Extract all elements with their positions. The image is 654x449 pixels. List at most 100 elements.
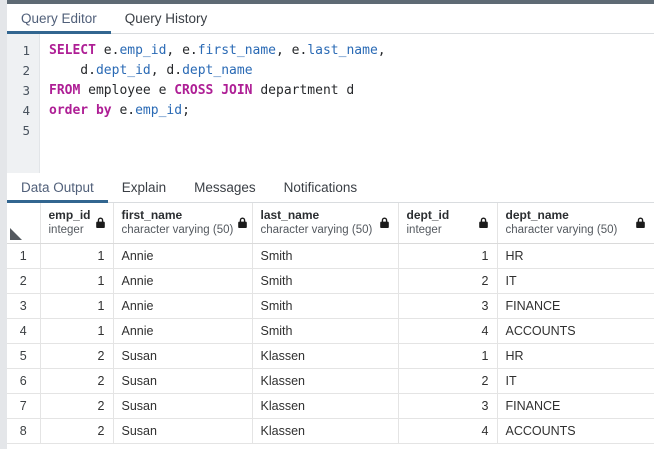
column-header-last-name[interactable]: last_namecharacter varying (50): [252, 203, 398, 243]
cell-last-name[interactable]: Smith: [252, 268, 398, 293]
cell-dept-id[interactable]: 4: [398, 318, 497, 343]
tab-query-editor-label: Query Editor: [21, 11, 97, 26]
cell-emp-id[interactable]: 1: [40, 243, 113, 268]
lock-icon: [635, 217, 646, 229]
cell-emp-id[interactable]: 1: [40, 293, 113, 318]
line-number: 4: [7, 101, 39, 121]
cell-emp-id[interactable]: 2: [40, 368, 113, 393]
results-table: emp_idinteger first_namecharacter varyin…: [7, 203, 654, 444]
tab-data-output-label: Data Output: [21, 180, 94, 195]
cell-dept-id[interactable]: 4: [398, 418, 497, 443]
sql-keyword: FROM: [49, 83, 80, 98]
cell-emp-id[interactable]: 2: [40, 343, 113, 368]
cell-emp-id[interactable]: 1: [40, 318, 113, 343]
tab-notifications-label: Notifications: [284, 180, 358, 195]
tab-explain[interactable]: Explain: [108, 173, 180, 202]
cell-first-name[interactable]: Susan: [113, 418, 252, 443]
pgadmin-query-tool-window: Query Editor Query History 1 2 3 4 5 SEL…: [0, 0, 654, 449]
cell-dept-id[interactable]: 2: [398, 268, 497, 293]
row-number[interactable]: 5: [7, 343, 40, 368]
cell-emp-id[interactable]: 1: [40, 268, 113, 293]
column-type: character varying (50): [122, 223, 234, 237]
output-tabbar: Data Output Explain Messages Notificatio…: [7, 173, 654, 203]
code-line-4: order by e.emp_id;: [49, 101, 654, 121]
cell-emp-id[interactable]: 2: [40, 393, 113, 418]
table-row: 6 2 Susan Klassen 2 IT: [7, 368, 654, 393]
tab-query-editor[interactable]: Query Editor: [7, 4, 111, 33]
sql-text: employee e: [80, 83, 174, 98]
cell-first-name[interactable]: Annie: [113, 293, 252, 318]
sql-text: department d: [253, 83, 355, 98]
lock-icon: [379, 217, 390, 229]
sql-identifier: emp_id: [119, 43, 166, 58]
column-header-dept-id[interactable]: dept_idinteger: [398, 203, 497, 243]
column-header-dept-name[interactable]: dept_namecharacter varying (50): [497, 203, 654, 243]
cell-dept-name[interactable]: HR: [497, 243, 654, 268]
cell-dept-name[interactable]: FINANCE: [497, 393, 654, 418]
main-panel: Query Editor Query History 1 2 3 4 5 SEL…: [7, 0, 654, 449]
cell-dept-name[interactable]: ACCOUNTS: [497, 318, 654, 343]
editor-tabbar: Query Editor Query History: [7, 4, 654, 34]
tab-data-output[interactable]: Data Output: [7, 173, 108, 202]
column-header-emp-id[interactable]: emp_idinteger: [40, 203, 113, 243]
cell-last-name[interactable]: Klassen: [252, 343, 398, 368]
tab-query-history[interactable]: Query History: [111, 4, 222, 33]
table-row: 2 1 Annie Smith 2 IT: [7, 268, 654, 293]
lock-icon: [237, 217, 248, 229]
sql-identifier: dept_id: [96, 63, 151, 78]
cell-dept-id[interactable]: 1: [398, 343, 497, 368]
cell-last-name[interactable]: Smith: [252, 243, 398, 268]
sql-keyword: CROSS JOIN: [174, 83, 252, 98]
cell-first-name[interactable]: Susan: [113, 343, 252, 368]
code-line-1: SELECT e.emp_id, e.first_name, e.last_na…: [49, 41, 654, 61]
code-line-3: FROM employee e CROSS JOIN department d: [49, 81, 654, 101]
cell-dept-name[interactable]: FINANCE: [497, 293, 654, 318]
sql-text: , e.: [276, 43, 307, 58]
cell-last-name[interactable]: Smith: [252, 293, 398, 318]
sql-text: ;: [182, 103, 190, 118]
column-header-first-name[interactable]: first_namecharacter varying (50): [113, 203, 252, 243]
cell-dept-id[interactable]: 3: [398, 393, 497, 418]
cell-dept-id[interactable]: 2: [398, 368, 497, 393]
row-number[interactable]: 3: [7, 293, 40, 318]
cell-dept-name[interactable]: ACCOUNTS: [497, 418, 654, 443]
row-number[interactable]: 6: [7, 368, 40, 393]
cell-dept-name[interactable]: HR: [497, 343, 654, 368]
left-edge-strip: [0, 0, 7, 449]
row-number[interactable]: 2: [7, 268, 40, 293]
tab-messages-label: Messages: [194, 180, 256, 195]
cell-first-name[interactable]: Susan: [113, 368, 252, 393]
column-name: emp_id: [49, 208, 91, 223]
cell-dept-id[interactable]: 1: [398, 243, 497, 268]
cell-first-name[interactable]: Susan: [113, 393, 252, 418]
cell-last-name[interactable]: Klassen: [252, 418, 398, 443]
cell-dept-name[interactable]: IT: [497, 268, 654, 293]
tab-notifications[interactable]: Notifications: [270, 173, 372, 202]
column-type: character varying (50): [506, 223, 618, 237]
code-area[interactable]: SELECT e.emp_id, e.first_name, e.last_na…: [40, 34, 654, 173]
row-number[interactable]: 4: [7, 318, 40, 343]
cell-emp-id[interactable]: 2: [40, 418, 113, 443]
sql-editor[interactable]: 1 2 3 4 5 SELECT e.emp_id, e.first_name,…: [7, 34, 654, 173]
row-number[interactable]: 7: [7, 393, 40, 418]
select-all-corner[interactable]: [7, 203, 40, 243]
line-number: 5: [7, 121, 39, 141]
row-number[interactable]: 1: [7, 243, 40, 268]
cell-dept-id[interactable]: 3: [398, 293, 497, 318]
cell-last-name[interactable]: Klassen: [252, 393, 398, 418]
line-number: 1: [7, 41, 39, 61]
cell-last-name[interactable]: Klassen: [252, 368, 398, 393]
cell-first-name[interactable]: Annie: [113, 243, 252, 268]
cell-last-name[interactable]: Smith: [252, 318, 398, 343]
sql-text: , d.: [151, 63, 182, 78]
row-number[interactable]: 8: [7, 418, 40, 443]
sql-identifier: dept_name: [182, 63, 252, 78]
cell-first-name[interactable]: Annie: [113, 268, 252, 293]
table-row: 3 1 Annie Smith 3 FINANCE: [7, 293, 654, 318]
column-type: character varying (50): [261, 223, 373, 237]
tab-explain-label: Explain: [122, 180, 166, 195]
cell-first-name[interactable]: Annie: [113, 318, 252, 343]
line-number-gutter: 1 2 3 4 5: [7, 34, 40, 173]
tab-messages[interactable]: Messages: [180, 173, 270, 202]
cell-dept-name[interactable]: IT: [497, 368, 654, 393]
